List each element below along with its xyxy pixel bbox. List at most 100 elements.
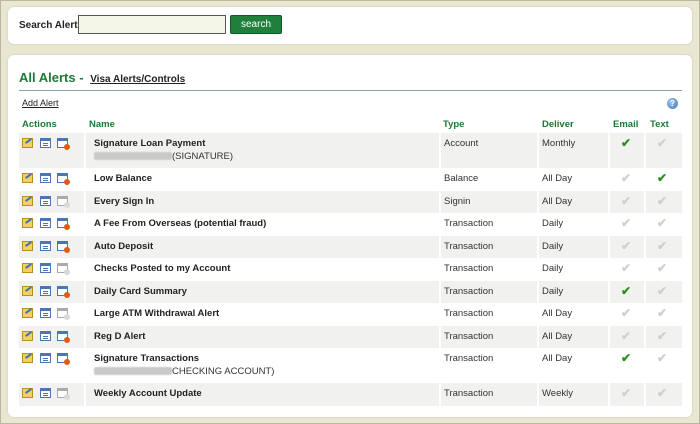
email-checkmark-icon[interactable]: ✔ [621,285,631,297]
alert-name[interactable]: Signature Transactions [94,353,199,364]
edit-alert-icon[interactable] [22,138,33,148]
alert-type: Transaction [444,308,494,319]
view-alert-icon[interactable] [40,353,51,363]
email-checkmark-icon[interactable]: ✔ [621,330,631,342]
alert-deliver: All Day [542,195,573,207]
text-checkmark-icon[interactable]: ✔ [657,387,667,399]
delete-alert-icon[interactable] [57,263,70,275]
delete-alert-icon[interactable] [57,218,70,230]
table-row: Low Balance Balance All Day ✔ ✔ [19,168,682,191]
edit-alert-icon[interactable] [22,285,33,296]
deliver-cell: Daily [539,280,608,303]
email-checkmark-icon[interactable]: ✔ [621,195,631,207]
alert-name[interactable]: Every Sign In [94,196,154,207]
actions-cell [19,133,84,168]
view-alert-icon[interactable] [40,330,51,341]
actions-cell [19,190,84,213]
deliver-cell: Weekly [539,383,608,406]
text-checkmark-icon[interactable]: ✔ [657,195,667,207]
edit-alert-icon[interactable] [22,218,33,228]
alert-account-label: CHECKING ACCOUNT) [172,366,275,377]
text-checkmark-icon[interactable]: ✔ [657,240,667,252]
alert-type: Transaction [444,218,494,229]
page-title-text: All Alerts [19,70,76,85]
delete-alert-icon[interactable] [57,308,70,320]
edit-alert-icon[interactable] [22,353,33,363]
view-alert-icon[interactable] [40,263,51,273]
alert-name[interactable]: Reg D Alert [94,331,145,342]
email-checkmark-icon[interactable]: ✔ [621,217,631,229]
alert-name[interactable]: Large ATM Withdrawal Alert [94,308,219,319]
view-alert-icon[interactable] [40,195,51,206]
delete-alert-icon[interactable] [57,330,70,343]
alert-deliver: All Day [542,173,573,184]
text-checkmark-icon[interactable]: ✔ [657,352,667,364]
help-icon[interactable]: ? [667,98,678,109]
visa-alerts-controls-link[interactable]: Visa Alerts/Controls [90,74,185,85]
search-label: Search Alerts: [19,20,87,31]
alert-name[interactable]: A Fee From Overseas (potential fraud) [94,218,266,229]
edit-alert-icon[interactable] [22,195,33,206]
search-input[interactable] [78,15,226,34]
text-checkmark-icon[interactable]: ✔ [657,217,667,229]
email-checkmark-icon[interactable]: ✔ [621,387,631,399]
edit-alert-icon[interactable] [22,308,33,318]
column-header-text: Text [650,119,669,130]
title-separator: - [79,70,84,85]
text-cell: ✔ [646,235,682,258]
text-checkmark-icon[interactable]: ✔ [657,307,667,319]
edit-alert-icon[interactable] [22,263,33,273]
view-alert-icon[interactable] [40,138,51,148]
edit-alert-icon[interactable] [22,173,33,183]
delete-alert-icon[interactable] [57,173,70,185]
edit-alert-icon[interactable] [22,388,33,398]
name-cell: Checks Posted to my Account [86,258,439,281]
column-header-actions: Actions [22,119,57,130]
delete-alert-icon[interactable] [57,240,70,253]
alert-name[interactable]: Checks Posted to my Account [94,263,230,274]
edit-alert-icon[interactable] [22,240,33,251]
name-cell: Large ATM Withdrawal Alert [86,303,439,326]
text-checkmark-icon[interactable]: ✔ [657,285,667,297]
delete-alert-icon[interactable] [57,195,70,208]
delete-alert-icon[interactable] [57,388,70,400]
email-checkmark-icon[interactable]: ✔ [621,137,631,149]
delete-alert-icon[interactable] [57,353,70,365]
text-cell: ✔ [646,133,682,168]
email-checkmark-icon[interactable]: ✔ [621,352,631,364]
view-alert-icon[interactable] [40,388,51,398]
search-button[interactable]: search [230,15,282,34]
email-checkmark-icon[interactable]: ✔ [621,172,631,184]
text-cell: ✔ [646,280,682,303]
name-cell: Daily Card Summary [86,280,439,303]
text-cell: ✔ [646,325,682,348]
name-cell: Signature Loan Payment (SIGNATURE) [86,133,439,168]
alert-name[interactable]: Weekly Account Update [94,388,202,399]
view-alert-icon[interactable] [40,173,51,183]
text-checkmark-icon[interactable]: ✔ [657,172,667,184]
view-alert-icon[interactable] [40,218,51,228]
alert-type: Transaction [444,240,494,252]
edit-alert-icon[interactable] [22,330,33,341]
add-alert-link[interactable]: Add Alert [22,98,59,108]
alert-name[interactable]: Low Balance [94,173,152,184]
alert-name[interactable]: Signature Loan Payment [94,138,205,149]
email-checkmark-icon[interactable]: ✔ [621,307,631,319]
view-alert-icon[interactable] [40,285,51,296]
delete-alert-icon[interactable] [57,138,70,150]
text-checkmark-icon[interactable]: ✔ [657,262,667,274]
email-cell: ✔ [610,235,644,258]
view-alert-icon[interactable] [40,308,51,318]
email-checkmark-icon[interactable]: ✔ [621,240,631,252]
actions-cell [19,280,84,303]
alert-name[interactable]: Auto Deposit [94,241,153,252]
delete-alert-icon[interactable] [57,285,70,298]
text-checkmark-icon[interactable]: ✔ [657,137,667,149]
alert-name[interactable]: Daily Card Summary [94,286,187,297]
view-alert-icon[interactable] [40,240,51,251]
name-cell: Weekly Account Update [86,383,439,406]
text-checkmark-icon[interactable]: ✔ [657,330,667,342]
column-header-name: Name [89,119,115,130]
email-checkmark-icon[interactable]: ✔ [621,262,631,274]
table-row: Signature Loan Payment (SIGNATURE) Account… [19,133,682,168]
